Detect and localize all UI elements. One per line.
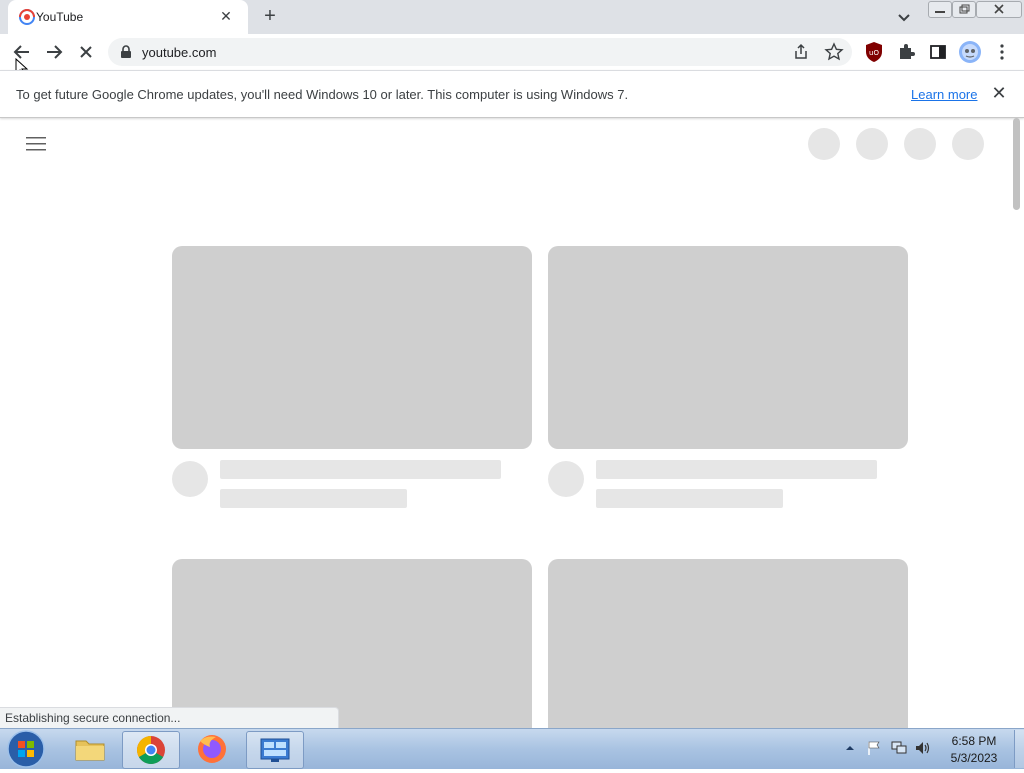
skeleton-channel-avatar (548, 461, 584, 497)
restore-icon (959, 4, 970, 14)
address-bar[interactable] (108, 38, 852, 66)
bookmark-star-icon[interactable] (823, 41, 845, 63)
status-text: Establishing secure connection... (5, 711, 181, 725)
url-text[interactable]: youtube.com (142, 45, 216, 60)
skeleton-header-icon (856, 128, 888, 160)
control-panel-icon (260, 738, 290, 762)
info-bar-message: To get future Google Chrome updates, you… (16, 87, 629, 102)
skeleton-title-line (596, 460, 877, 479)
taskbar-firefox[interactable] (184, 731, 240, 767)
info-bar-close-button[interactable]: ✕ (990, 84, 1008, 102)
skeleton-title-line (220, 460, 501, 479)
chrome-icon (137, 736, 165, 764)
folder-icon (75, 740, 105, 761)
taskbar-google-chrome[interactable] (122, 731, 180, 769)
clock-date[interactable]: 5/3/2023 (940, 751, 1008, 765)
taskbar-file-explorer[interactable] (62, 731, 118, 767)
tab-search-chevron-icon[interactable] (893, 6, 915, 28)
minimize-icon (935, 11, 945, 13)
skeleton-video-thumbnail (548, 246, 908, 449)
network-icon[interactable] (890, 740, 908, 756)
skeleton-video-thumbnail (172, 246, 532, 449)
lock-icon[interactable] (120, 45, 132, 59)
hamburger-menu-icon[interactable] (24, 134, 48, 154)
profile-avatar-icon[interactable] (958, 40, 982, 64)
share-icon[interactable] (790, 42, 812, 62)
skeleton-header-icon (808, 128, 840, 160)
skeleton-video-thumbnail (172, 559, 532, 728)
show-hidden-icons-icon[interactable] (844, 742, 856, 754)
forward-arrow-icon[interactable] (40, 38, 68, 66)
new-tab-button[interactable]: + (258, 5, 282, 29)
learn-more-link[interactable]: Learn more (911, 87, 977, 102)
skeleton-header-icon (952, 128, 984, 160)
restore-button[interactable] (952, 1, 976, 18)
firefox-icon (198, 735, 226, 763)
start-orb-icon[interactable] (6, 729, 46, 769)
update-info-bar: To get future Google Chrome updates, you… (0, 70, 1024, 118)
side-panel-icon[interactable] (928, 42, 948, 62)
taskbar-control-panel[interactable] (246, 731, 304, 769)
skeleton-header-icon (904, 128, 936, 160)
skeleton-channel-avatar (172, 461, 208, 497)
ublock-origin-icon[interactable]: uO (864, 41, 884, 63)
tab-close-button[interactable]: ✕ (216, 6, 236, 26)
close-window-button[interactable] (976, 1, 1022, 18)
tab-title: YouTube (36, 10, 84, 24)
skeleton-video-thumbnail (548, 559, 908, 728)
volume-icon[interactable] (914, 740, 932, 756)
show-desktop-button[interactable] (1014, 730, 1024, 768)
skeleton-meta-line (596, 489, 783, 508)
extensions-puzzle-icon[interactable] (896, 42, 916, 62)
stop-loading-icon[interactable] (72, 38, 100, 66)
close-icon (994, 4, 1004, 14)
action-center-flag-icon[interactable] (866, 740, 882, 756)
clock-time[interactable]: 6:58 PM (940, 734, 1008, 748)
minimize-button[interactable] (928, 1, 952, 18)
page-scrollbar-thumb[interactable] (1013, 118, 1020, 210)
skeleton-meta-line (220, 489, 407, 508)
youtube-favicon-icon (19, 9, 35, 25)
svg-text:uO: uO (869, 49, 879, 57)
menu-kebab-icon[interactable] (994, 42, 1010, 62)
